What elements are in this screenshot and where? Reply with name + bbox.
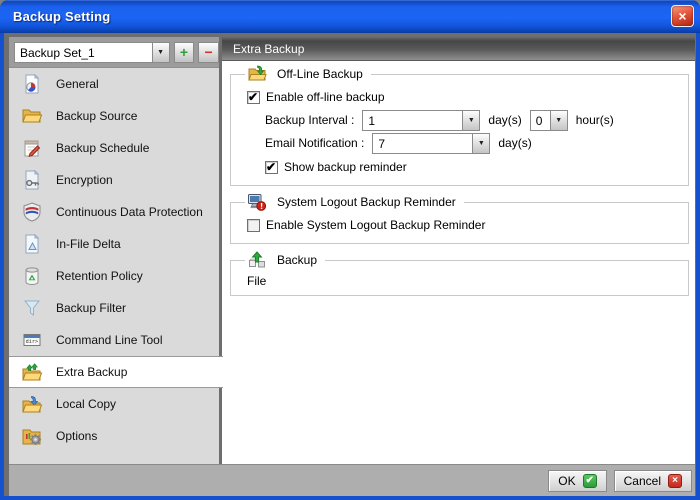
svg-text:dir>: dir>	[26, 339, 38, 345]
chevron-down-icon[interactable]: ▼	[462, 111, 479, 130]
chevron-down-icon[interactable]: ▼	[472, 134, 489, 153]
document-pie-icon	[20, 72, 44, 96]
recycle-bin-icon	[20, 264, 44, 288]
sidebar-item-label: Command Line Tool	[56, 333, 163, 347]
system-logout-group: ! System Logout Backup Reminder Enable S…	[230, 192, 689, 244]
sidebar-item-encryption[interactable]: Encryption	[9, 164, 219, 196]
panel-content: Off-Line Backup Enable off-line backup B…	[222, 61, 695, 464]
sidebar-item-label: Encryption	[56, 173, 113, 187]
folder-up-arrows-icon	[20, 360, 44, 384]
group-title: Backup	[277, 253, 317, 267]
show-backup-reminder-checkbox[interactable]	[265, 161, 278, 174]
sidebar-item-label: Backup Schedule	[56, 141, 149, 155]
group-title: System Logout Backup Reminder	[277, 195, 456, 209]
page-delta-icon	[20, 232, 44, 256]
offline-backup-group: Off-Line Backup Enable off-line backup B…	[230, 64, 689, 186]
backup-set-value: Backup Set_1	[15, 43, 152, 62]
sidebar-item-options[interactable]: Options	[9, 420, 219, 452]
sidebar-item-retention-policy[interactable]: Retention Policy	[9, 260, 219, 292]
folder-gear-icon	[20, 424, 44, 448]
sidebar-item-backup-filter[interactable]: Backup Filter	[9, 292, 219, 324]
show-backup-reminder-label: Show backup reminder	[284, 160, 407, 174]
email-notification-label: Email Notification :	[265, 136, 364, 150]
sidebar-item-label: General	[56, 77, 99, 91]
backup-type-value: File	[247, 274, 680, 288]
open-folder-icon	[20, 104, 44, 128]
sidebar-item-label: In-File Delta	[56, 237, 121, 251]
ok-button[interactable]: OK ✔	[548, 470, 606, 492]
sidebar-item-general[interactable]: General	[9, 68, 219, 100]
sidebar-item-label: Local Copy	[56, 397, 116, 411]
backup-group: Backup File	[230, 250, 689, 296]
main-panel: Extra Backup Off-Line Backup Enable off-…	[222, 37, 695, 464]
bottom-bar: OK ✔ Cancel ×	[9, 464, 695, 496]
interval-days-unit: day(s)	[488, 113, 521, 127]
page-key-icon	[20, 168, 44, 192]
offline-folder-arrow-icon	[247, 64, 267, 84]
backup-set-row: Backup Set_1 ▼ + −	[9, 37, 219, 67]
ok-check-icon: ✔	[583, 474, 597, 488]
svg-text:!: !	[260, 202, 263, 211]
sidebar: Backup Set_1 ▼ + − General Back	[9, 37, 219, 464]
backup-setting-dialog: Backup Setting × Backup Set_1 ▼ + − Gene…	[0, 0, 700, 500]
sidebar-nav-list: General Backup Source Backup Schedule	[9, 67, 219, 464]
sidebar-item-command-line-tool[interactable]: dir> Command Line Tool	[9, 324, 219, 356]
sidebar-item-label: Extra Backup	[56, 365, 127, 379]
sidebar-item-cdp[interactable]: Continuous Data Protection	[9, 196, 219, 228]
folder-copy-icon	[20, 392, 44, 416]
cancel-x-icon: ×	[668, 474, 682, 488]
enable-system-logout-reminder-checkbox[interactable]	[247, 219, 260, 232]
backup-arrow-boxes-icon	[247, 250, 267, 270]
add-backup-set-button[interactable]: +	[174, 42, 195, 63]
sidebar-item-label: Options	[56, 429, 97, 443]
dialog-frame: Backup Set_1 ▼ + − General Back	[0, 33, 700, 500]
chevron-down-icon[interactable]: ▼	[152, 43, 169, 62]
cancel-button[interactable]: Cancel ×	[614, 470, 692, 492]
sidebar-item-in-file-delta[interactable]: In-File Delta	[9, 228, 219, 260]
monitor-alert-icon: !	[247, 192, 267, 212]
email-notification-days-select[interactable]: 7 ▼	[372, 133, 490, 154]
shield-icon	[20, 200, 44, 224]
email-days-unit: day(s)	[498, 136, 531, 150]
sidebar-item-label: Continuous Data Protection	[56, 205, 203, 219]
titlebar[interactable]: Backup Setting ×	[0, 0, 700, 33]
sidebar-item-label: Backup Filter	[56, 301, 126, 315]
sidebar-item-backup-source[interactable]: Backup Source	[9, 100, 219, 132]
remove-backup-set-button[interactable]: −	[198, 42, 219, 63]
backup-interval-days-select[interactable]: 1 ▼	[362, 110, 480, 131]
sidebar-item-label: Retention Policy	[56, 269, 143, 283]
notepad-pencil-icon	[20, 136, 44, 160]
enable-system-logout-reminder-label: Enable System Logout Backup Reminder	[266, 218, 485, 232]
panel-header: Extra Backup	[222, 37, 695, 61]
enable-offline-backup-checkbox[interactable]	[247, 91, 260, 104]
sidebar-item-extra-backup[interactable]: Extra Backup	[9, 356, 223, 388]
sidebar-item-local-copy[interactable]: Local Copy	[9, 388, 219, 420]
dialog-title: Backup Setting	[0, 9, 110, 24]
enable-offline-backup-label: Enable off-line backup	[266, 90, 385, 104]
close-icon[interactable]: ×	[671, 5, 694, 27]
command-window-icon: dir>	[20, 328, 44, 352]
backup-interval-label: Backup Interval :	[265, 113, 354, 127]
sidebar-item-label: Backup Source	[56, 109, 137, 123]
funnel-icon	[20, 296, 44, 320]
backup-interval-hours-select[interactable]: 0 ▼	[530, 110, 568, 131]
interval-hours-unit: hour(s)	[576, 113, 614, 127]
backup-set-select[interactable]: Backup Set_1 ▼	[14, 42, 170, 63]
group-title: Off-Line Backup	[277, 67, 363, 81]
sidebar-item-backup-schedule[interactable]: Backup Schedule	[9, 132, 219, 164]
chevron-down-icon[interactable]: ▼	[550, 111, 567, 130]
